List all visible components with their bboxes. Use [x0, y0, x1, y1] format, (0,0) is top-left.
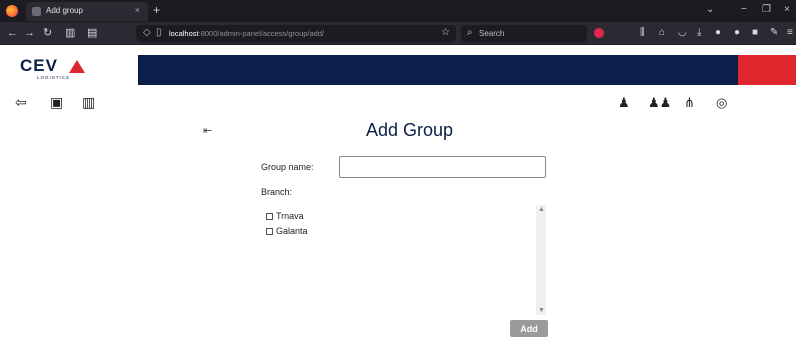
search-placeholder: Search	[479, 29, 505, 38]
tracking-shield-icon[interactable]: ◇	[143, 27, 151, 38]
branch-label: Branch:	[261, 187, 293, 197]
scroll-up-icon[interactable]: ▲	[538, 206, 545, 213]
firefox-logo-icon[interactable]	[6, 5, 18, 17]
url-text[interactable]: localhost:8000/admin-panel/access/group/…	[169, 29, 324, 38]
account-icon[interactable]: ●	[715, 27, 721, 39]
user-card-icon[interactable]: ▣	[50, 95, 63, 109]
branch-item-label: Galanta	[276, 226, 308, 236]
pocket-icon[interactable]: ◡	[678, 27, 687, 39]
menu-icon[interactable]: ≡	[787, 27, 793, 39]
branch-item-galanta[interactable]: Galanta	[266, 226, 308, 236]
browser-tabbar: Add group × + ⌄ − ❐ ×	[0, 0, 796, 22]
search-bar[interactable]: ⌕ Search	[461, 25, 587, 42]
back-icon[interactable]: ←	[7, 27, 18, 39]
url-bar[interactable]: ◇ ▯ localhost:8000/admin-panel/access/gr…	[136, 25, 456, 42]
pen-icon[interactable]: ✎	[770, 27, 778, 39]
search-icon: ⌕	[467, 27, 473, 38]
header-accent	[738, 55, 796, 85]
reload-icon[interactable]: ↻	[43, 27, 52, 39]
location-pin-icon[interactable]: ◎	[716, 96, 727, 110]
sidebar-toggle-icon[interactable]: ▤	[87, 27, 97, 39]
list-tabs-icon[interactable]: ⌄	[706, 4, 714, 15]
minimize-icon[interactable]: −	[741, 4, 747, 15]
branch-item-trnava[interactable]: Trnava	[266, 211, 304, 221]
browser-tab[interactable]: Add group ×	[26, 2, 148, 21]
branch-item-label: Trnava	[276, 211, 304, 221]
users-icon[interactable]: ♟♟	[648, 96, 671, 110]
forward-icon[interactable]: →	[24, 27, 35, 39]
add-button[interactable]: Add	[510, 320, 548, 337]
logo-triangle-icon	[69, 60, 85, 73]
reader-view-icon[interactable]: ▥	[65, 27, 75, 39]
tab-favicon-icon	[32, 7, 41, 16]
scroll-down-icon[interactable]: ▼	[538, 307, 545, 314]
maximize-icon[interactable]: ❐	[762, 4, 771, 15]
header-band	[138, 55, 738, 85]
checkbox[interactable]	[266, 228, 273, 235]
logout-icon[interactable]: ⇦	[15, 95, 27, 109]
hierarchy-icon[interactable]: ⋔	[684, 96, 695, 110]
extension-dot-icon[interactable]: ●	[734, 27, 740, 39]
map-icon[interactable]: ▥	[82, 95, 95, 109]
browser-navbar: ← → ↻ ▥ ▤ ◇ ▯ localhost:8000/admin-panel…	[0, 22, 796, 45]
tab-title: Add group	[46, 6, 83, 15]
group-name-label: Group name:	[261, 162, 314, 172]
group-name-input[interactable]	[339, 156, 546, 178]
page-info-icon[interactable]: ▯	[156, 27, 162, 38]
tab-close-icon[interactable]: ×	[135, 5, 140, 15]
home-icon[interactable]: ⌂	[659, 27, 665, 39]
bookmark-star-icon[interactable]: ☆	[441, 27, 450, 38]
window-close-icon[interactable]: ×	[784, 4, 790, 15]
branch-list[interactable]: Trnava Galanta	[261, 205, 547, 315]
user-icon[interactable]: ♟	[618, 96, 630, 110]
branch-list-scrollbar[interactable]: ▲ ▼	[536, 205, 546, 315]
ceva-logo[interactable]: CEV LOGISTICS	[20, 56, 92, 82]
extension-icon[interactable]	[594, 28, 604, 38]
library-icon[interactable]: ⫼	[640, 27, 645, 39]
back-arrow-icon[interactable]: ⇤	[203, 124, 212, 137]
checkbox[interactable]	[266, 213, 273, 220]
new-tab-icon[interactable]: +	[153, 3, 160, 17]
screenshot-icon[interactable]: ■	[752, 27, 758, 39]
page-title: Add Group	[366, 120, 454, 140]
downloads-icon[interactable]: ⤓	[697, 27, 701, 39]
